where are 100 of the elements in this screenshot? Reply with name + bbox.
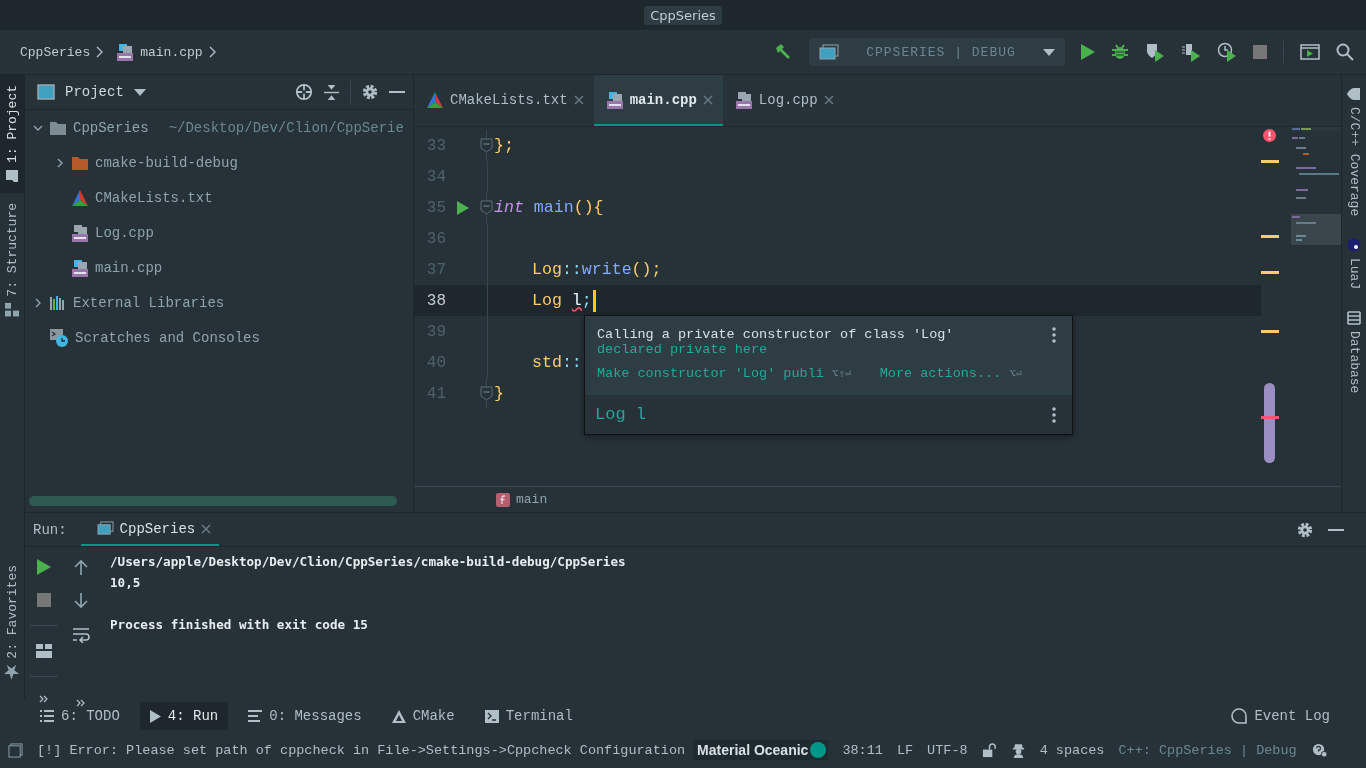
caret-position[interactable]: 38:11 bbox=[842, 742, 883, 758]
editor-tab[interactable]: main.cpp bbox=[593, 75, 723, 126]
settings-icon[interactable] bbox=[1296, 520, 1314, 539]
tree-item[interactable]: Scratches and Consoles bbox=[75, 329, 260, 346]
libraries-icon bbox=[49, 293, 67, 312]
run-window-icon[interactable] bbox=[1300, 44, 1320, 60]
double-chevron-icon[interactable] bbox=[38, 695, 49, 703]
status-message[interactable]: [!] Error: Please set path of cppcheck in File->Settings->Cppcheck Configuration bbox=[37, 742, 686, 758]
layout-icon[interactable] bbox=[35, 644, 52, 658]
error-marker[interactable] bbox=[1261, 416, 1279, 419]
breadcrumb[interactable]: CppSeries bbox=[20, 44, 91, 60]
tool-window-tab[interactable]: LuaJ bbox=[1342, 238, 1366, 290]
close-icon[interactable] bbox=[573, 94, 584, 105]
triangle-logo-icon bbox=[71, 188, 89, 207]
function-icon bbox=[496, 492, 510, 507]
event-log-button[interactable]: Event Log bbox=[1221, 702, 1340, 730]
dropdown-caret-icon[interactable] bbox=[133, 88, 146, 96]
tool-window-tab[interactable]: Database bbox=[1342, 311, 1366, 394]
arrow-down-icon[interactable] bbox=[73, 593, 88, 609]
tool-window-button[interactable]: 4: Run bbox=[139, 702, 229, 730]
quick-fix-link[interactable]: More actions... bbox=[879, 366, 1002, 381]
declaration-link[interactable]: declared private here bbox=[597, 342, 954, 357]
tool-window-tab[interactable]: 2: Favorites bbox=[0, 555, 24, 690]
settings-icon[interactable] bbox=[361, 83, 379, 101]
tool-window-button[interactable]: CMake bbox=[381, 702, 465, 730]
tree-item[interactable]: CppSeries bbox=[73, 119, 149, 136]
close-icon[interactable] bbox=[823, 94, 834, 105]
tool-window-button[interactable]: 6: TODO bbox=[30, 702, 130, 730]
arrow-up-icon[interactable] bbox=[73, 559, 88, 575]
rerun-icon[interactable] bbox=[36, 559, 51, 575]
shield-play-icon[interactable] bbox=[1145, 42, 1165, 62]
scratches-icon bbox=[49, 327, 69, 348]
tree-item[interactable]: CMakeLists.txt bbox=[95, 189, 213, 206]
code-text: } bbox=[494, 384, 504, 403]
tool-window-tab[interactable]: 1: Project bbox=[0, 75, 24, 193]
minimize-icon[interactable] bbox=[389, 90, 405, 94]
console-output-line: Process finished with exit code 15 bbox=[110, 617, 368, 632]
warning-marker[interactable] bbox=[1261, 160, 1279, 163]
cpp-file-icon bbox=[71, 258, 89, 277]
file-encoding[interactable]: UTF-8 bbox=[927, 742, 968, 758]
breadcrumb[interactable]: main.cpp bbox=[140, 44, 203, 60]
expand-chevron-icon[interactable] bbox=[33, 297, 43, 308]
profiler-play-icon[interactable] bbox=[1181, 42, 1201, 62]
theme-indicator[interactable]: Material Oceanic bbox=[693, 740, 829, 760]
soft-wrap-icon[interactable] bbox=[71, 627, 90, 643]
unlocked-icon[interactable] bbox=[981, 742, 997, 758]
expand-chevron-icon[interactable] bbox=[55, 157, 65, 168]
warning-marker[interactable] bbox=[1261, 271, 1279, 274]
breadcrumb[interactable]: main bbox=[516, 492, 548, 507]
build-context[interactable]: C++: CppSeries | Debug bbox=[1118, 742, 1297, 758]
scrollbar-thumb[interactable] bbox=[1264, 383, 1275, 463]
list-icon bbox=[40, 710, 54, 722]
error-icon[interactable] bbox=[1263, 129, 1276, 142]
run-tab[interactable]: CppSeries bbox=[80, 513, 220, 546]
chevron-right-icon bbox=[96, 46, 105, 58]
hammer-icon[interactable] bbox=[773, 42, 793, 62]
panel-toggle-icon[interactable] bbox=[8, 742, 23, 758]
line-separator[interactable]: LF bbox=[896, 742, 914, 758]
quick-fix-link[interactable]: Make constructor 'Log' publi bbox=[597, 366, 824, 381]
more-options-icon[interactable] bbox=[1052, 406, 1056, 423]
star-icon bbox=[4, 665, 20, 680]
cpp-file-icon bbox=[116, 43, 135, 61]
tree-item[interactable]: Log.cpp bbox=[95, 224, 154, 241]
code-text: }; bbox=[494, 136, 514, 155]
bug-icon[interactable] bbox=[1111, 43, 1129, 61]
fold-marker-icon[interactable] bbox=[480, 378, 494, 409]
tool-window-button[interactable]: Terminal bbox=[474, 702, 583, 730]
collapse-all-icon[interactable] bbox=[323, 83, 340, 101]
code-text: int main(){ bbox=[494, 198, 604, 217]
dropdown-caret-icon bbox=[1043, 48, 1055, 56]
warning-marker[interactable] bbox=[1261, 235, 1279, 238]
editor-tab[interactable]: Log.cpp bbox=[722, 75, 844, 126]
shortcut-hint: ⌥⇧⏎ bbox=[831, 367, 852, 380]
editor-tab[interactable]: CMakeLists.txt bbox=[414, 75, 594, 126]
crosshair-icon[interactable] bbox=[295, 83, 313, 101]
close-icon[interactable] bbox=[201, 523, 212, 534]
tree-item[interactable]: External Libraries bbox=[73, 294, 225, 311]
indent-setting[interactable]: 4 spaces bbox=[1039, 742, 1105, 758]
panel-title[interactable]: Project bbox=[65, 84, 124, 100]
tool-window-tab[interactable]: 7: Structure bbox=[0, 193, 24, 327]
run-icon[interactable] bbox=[1081, 44, 1095, 60]
tree-item[interactable]: main.cpp bbox=[95, 259, 163, 276]
horizontal-scrollbar[interactable] bbox=[29, 496, 397, 506]
help-cloud-icon[interactable] bbox=[1310, 742, 1328, 758]
fold-marker-icon[interactable] bbox=[480, 130, 494, 161]
run-gutter-icon[interactable] bbox=[457, 200, 469, 215]
fold-marker-icon[interactable] bbox=[480, 192, 494, 223]
stop-icon[interactable] bbox=[36, 593, 51, 607]
close-icon[interactable] bbox=[702, 94, 713, 105]
tool-window-tab[interactable]: C/C++ Coverage bbox=[1342, 87, 1366, 217]
inspector-figure-icon[interactable] bbox=[1010, 742, 1026, 758]
clock-play-icon[interactable] bbox=[1217, 42, 1237, 62]
cpp-file-icon bbox=[734, 90, 753, 109]
more-options-icon[interactable] bbox=[1052, 327, 1056, 343]
structure-icon bbox=[5, 302, 19, 317]
double-chevron-icon[interactable] bbox=[75, 699, 86, 707]
tool-window-button[interactable]: 0: Messages bbox=[238, 702, 372, 730]
warning-marker[interactable] bbox=[1261, 330, 1279, 333]
search-icon[interactable] bbox=[1336, 43, 1354, 61]
tree-item[interactable]: cmake-build-debug bbox=[95, 154, 238, 171]
